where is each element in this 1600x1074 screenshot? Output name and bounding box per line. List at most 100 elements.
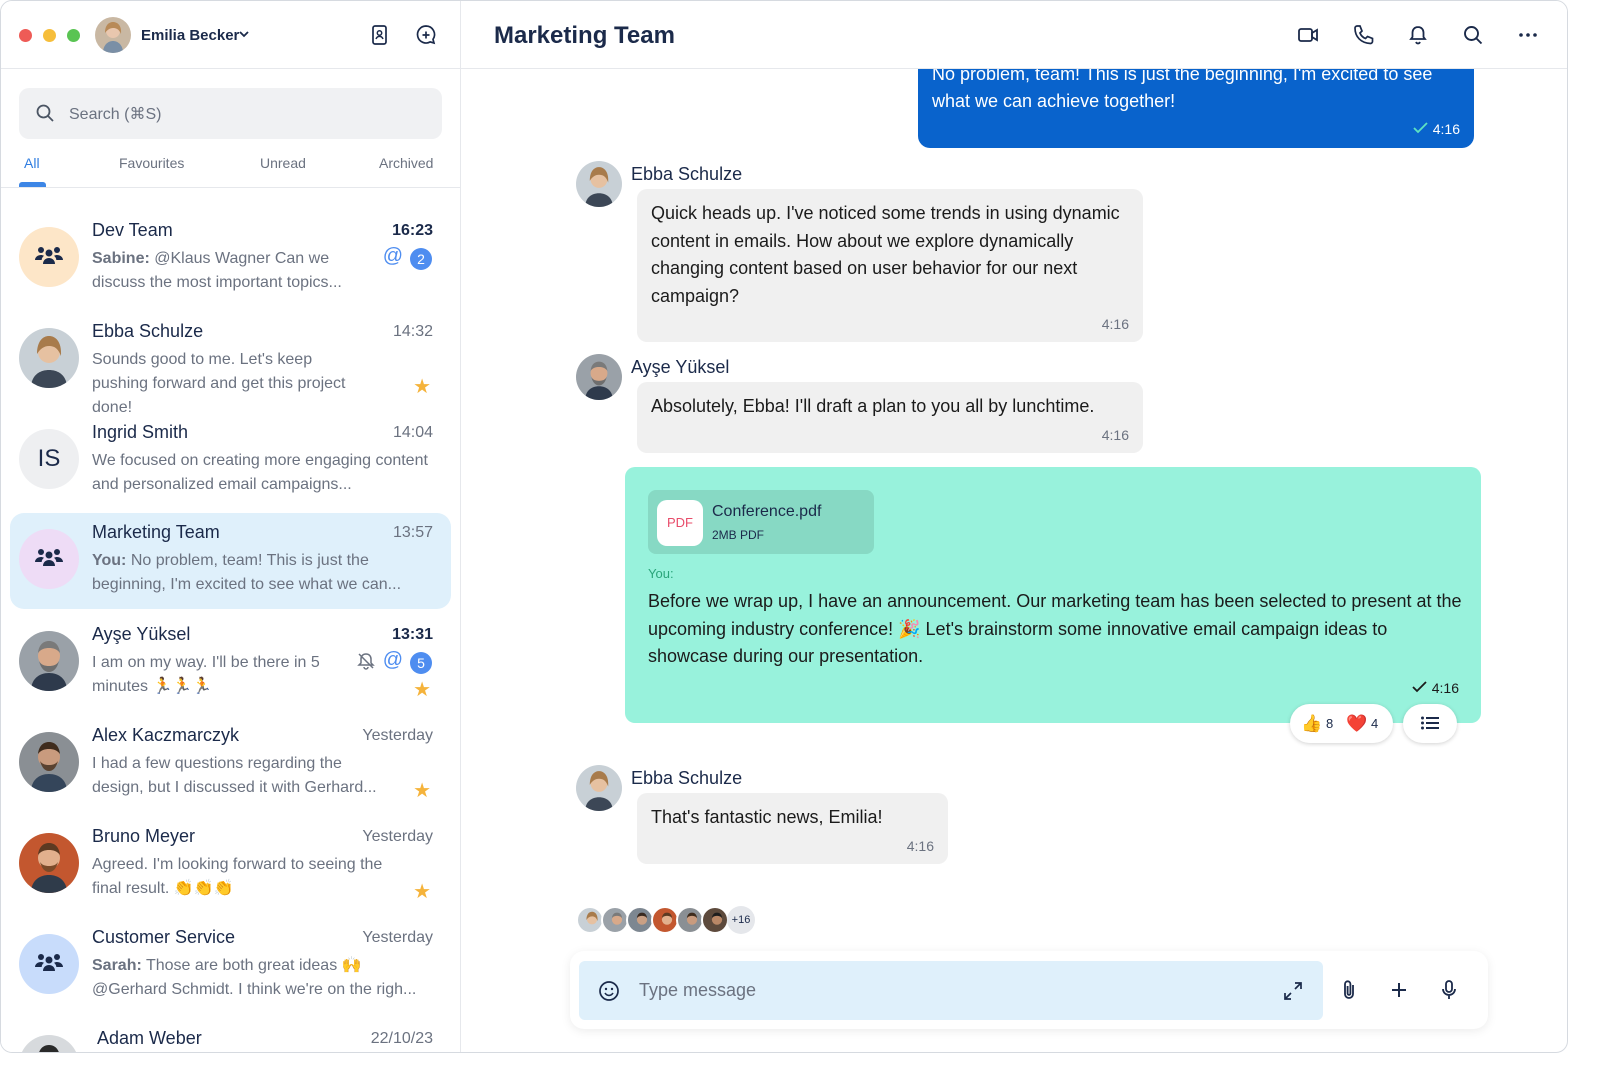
chat-time: Yesterday — [362, 828, 433, 845]
read-checkmark-icon — [1413, 122, 1428, 134]
message-sender-name[interactable]: Ayşe Yüksel — [631, 357, 729, 378]
chat-name: Customer Service — [92, 927, 236, 947]
active-tab-indicator — [19, 182, 46, 187]
message-text: Before we wrap up, I have an announcemen… — [648, 591, 1462, 666]
own-message[interactable]: PDF Conference.pdf 2MB PDF You: Before w… — [625, 467, 1481, 723]
chat-name: Adam Weber — [97, 1028, 202, 1048]
chat-time: 13:57 — [392, 524, 433, 541]
message-input[interactable]: Type message — [579, 961, 1323, 1020]
chat-filter-tabs: All Favourites Unread Archived — [1, 139, 460, 188]
app-window: Emilia Becker Search (⌘S) All Favourites… — [0, 0, 1568, 1053]
preview-sender: Sarah: — [92, 957, 142, 974]
thumbs-up-reaction-icon: 👍 — [1301, 714, 1323, 733]
contacts-book-icon[interactable] — [368, 23, 392, 47]
video-call-icon[interactable] — [1296, 23, 1320, 47]
minimize-window-button[interactable] — [43, 29, 56, 42]
search-placeholder: Search (⌘S) — [69, 106, 162, 123]
group-avatar — [19, 227, 79, 287]
sidebar: Emilia Becker Search (⌘S) All Favourites… — [1, 1, 461, 1052]
file-attachment[interactable]: PDF Conference.pdf 2MB PDF — [648, 490, 874, 554]
chat-name: Marketing Team — [92, 522, 220, 542]
bell-icon[interactable] — [1406, 23, 1430, 47]
emoji-icon[interactable] — [598, 980, 620, 1002]
group-icon — [35, 954, 63, 971]
chat-name: Alex Kaczmarczyk — [92, 725, 240, 745]
message-placeholder: Type message — [639, 980, 757, 1000]
search-input[interactable]: Search (⌘S) — [19, 88, 442, 139]
mention-icon: @ — [382, 245, 403, 267]
phone-icon[interactable] — [1351, 23, 1375, 47]
avatar — [19, 328, 79, 388]
avatar — [626, 906, 654, 934]
tab-unread[interactable]: Unread — [260, 155, 306, 171]
account-name[interactable]: Emilia Becker — [141, 27, 239, 44]
chevron-down-icon[interactable] — [238, 28, 250, 40]
avatar[interactable] — [95, 17, 131, 53]
message-time: 4:16 — [1101, 427, 1129, 443]
avatar[interactable] — [576, 161, 622, 207]
sent-checkmark-icon — [1412, 681, 1427, 693]
message-bubble[interactable]: That's fantastic news, Emilia! 4:16 — [637, 793, 948, 864]
chat-item-bruno-meyer[interactable]: Bruno Meyer Yesterday Agreed. I'm lookin… — [10, 817, 451, 913]
close-window-button[interactable] — [19, 29, 32, 42]
message-bubble[interactable]: Quick heads up. I've noticed some trends… — [637, 189, 1143, 342]
expand-icon[interactable] — [1282, 980, 1304, 1002]
avatar — [701, 906, 729, 934]
new-chat-icon[interactable] — [414, 23, 438, 47]
favourite-star-icon[interactable]: ★ — [413, 677, 431, 702]
reactions-summary[interactable]: 👍 8 ❤️ 4 — [1290, 704, 1393, 743]
message-time-value: 4:16 — [1431, 680, 1459, 696]
pdf-file-icon: PDF — [657, 500, 703, 546]
avatar — [651, 906, 679, 934]
file-size: 2MB PDF — [712, 528, 765, 542]
chat-time: 16:23 — [392, 222, 433, 239]
favourite-star-icon[interactable]: ★ — [413, 879, 431, 904]
chat-name: Bruno Meyer — [92, 826, 196, 846]
avatar[interactable] — [576, 765, 622, 811]
message-text: No problem, team! This is just the begin… — [932, 64, 1433, 111]
message-sender-name[interactable]: Ebba Schulze — [631, 164, 742, 185]
message-text: That's fantastic news, Emilia! — [651, 807, 883, 827]
avatar — [601, 906, 629, 934]
chat-time: 14:04 — [392, 424, 433, 441]
muted-bell-icon — [357, 653, 375, 670]
avatar — [19, 732, 79, 792]
chat-item-alex-kaczmarczyk[interactable]: Alex Kaczmarczyk Yesterday I had a few q… — [10, 716, 451, 812]
message-bubble[interactable]: Absolutely, Ebba! I'll draft a plan to y… — [637, 382, 1143, 453]
add-icon[interactable] — [1387, 978, 1411, 1002]
message-sender-label: You: — [648, 566, 674, 581]
chat-item-dev-team[interactable]: Dev Team 16:23 Sabine: @Klaus Wagner Can… — [10, 211, 451, 307]
message-sender-name[interactable]: Ebba Schulze — [631, 768, 742, 789]
tab-all[interactable]: All — [24, 155, 40, 171]
chat-item-ingrid-smith[interactable]: IS Ingrid Smith 14:04 We focused on crea… — [10, 413, 451, 509]
sidebar-header: Emilia Becker — [1, 1, 460, 69]
tab-archived[interactable]: Archived — [379, 155, 433, 171]
chat-name: Ingrid Smith — [92, 422, 189, 442]
conversation-title[interactable]: Marketing Team — [494, 22, 675, 50]
chat-item-marketing-team[interactable]: Marketing Team 13:57 You: No problem, te… — [10, 513, 451, 609]
chat-time: Yesterday — [362, 727, 433, 744]
more-options-icon[interactable] — [1516, 23, 1540, 47]
favourite-star-icon[interactable]: ★ — [413, 778, 431, 803]
search-icon[interactable] — [1461, 23, 1485, 47]
chat-item-ayse-yuksel[interactable]: Ayşe Yüksel 13:31 I am on my way. I'll b… — [10, 615, 451, 711]
zoom-window-button[interactable] — [67, 29, 80, 42]
chat-item-ebba-schulze[interactable]: Ebba Schulze 14:32 Sounds good to me. Le… — [10, 312, 451, 416]
thread-list-button[interactable] — [1403, 704, 1457, 743]
initials-avatar: IS — [19, 429, 79, 489]
microphone-icon[interactable] — [1437, 978, 1461, 1002]
avatar[interactable] — [576, 354, 622, 400]
avatar — [19, 631, 79, 691]
conversation-pane: Marketing Team No problem, team! This is… — [461, 1, 1567, 1052]
chat-time: 14:32 — [392, 323, 433, 340]
chat-preview: Sounds good to me. Let's keep pushing fo… — [92, 351, 346, 416]
attachment-icon[interactable] — [1337, 978, 1361, 1002]
group-icon — [35, 549, 63, 566]
favourite-star-icon[interactable]: ★ — [413, 374, 431, 399]
chat-item-adam-weber[interactable]: Adam Weber 22/10/23 — [10, 1019, 451, 1052]
chat-time: 22/10/23 — [370, 1030, 433, 1047]
tab-favourites[interactable]: Favourites — [119, 155, 184, 171]
chat-item-customer-service[interactable]: Customer Service Yesterday Sarah: Those … — [10, 918, 451, 1014]
message-text: Absolutely, Ebba! I'll draft a plan to y… — [651, 396, 1095, 416]
avatar — [19, 833, 79, 893]
